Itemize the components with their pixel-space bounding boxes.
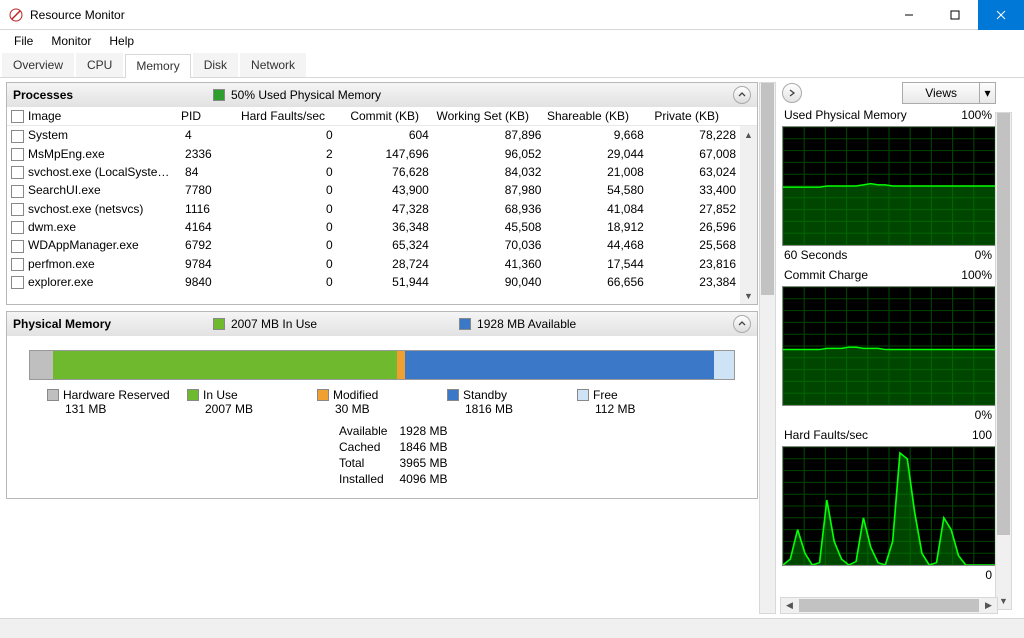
row-checkbox[interactable] bbox=[11, 166, 24, 179]
row-checkbox[interactable] bbox=[11, 203, 24, 216]
chart-foot-left: 60 Seconds bbox=[784, 248, 847, 262]
statusbar bbox=[0, 618, 1024, 638]
app-icon bbox=[8, 7, 24, 23]
bar-segment-free bbox=[714, 351, 734, 379]
menu-help[interactable]: Help bbox=[101, 32, 142, 50]
row-checkbox[interactable] bbox=[11, 130, 24, 143]
table-row[interactable]: MsMpEng.exe23362147,69696,05229,04467,00… bbox=[7, 145, 740, 163]
legend-free: Free112 MB bbox=[577, 388, 697, 416]
bar-segment-modified bbox=[397, 351, 404, 379]
scroll-left-icon[interactable]: ◀ bbox=[781, 598, 798, 613]
close-button[interactable] bbox=[978, 0, 1024, 30]
inuse-swatch bbox=[213, 318, 225, 330]
tab-disk[interactable]: Disk bbox=[193, 53, 238, 77]
processes-title: Processes bbox=[13, 88, 213, 102]
col-pid[interactable]: PID bbox=[177, 107, 225, 126]
scroll-down-icon[interactable]: ▼ bbox=[996, 592, 1011, 609]
legend-hardware_reserved: Hardware Reserved131 MB bbox=[47, 388, 187, 416]
processes-header[interactable]: Processes 50% Used Physical Memory bbox=[7, 83, 757, 107]
menu-file[interactable]: File bbox=[6, 32, 41, 50]
window-title: Resource Monitor bbox=[30, 8, 886, 22]
right-pane: Views ▾ Used Physical Memory 100% 60 Secon… bbox=[776, 78, 1024, 618]
row-checkbox[interactable] bbox=[11, 240, 24, 253]
table-row[interactable]: svchost.exe (LocalSystem...84076,62884,0… bbox=[7, 163, 740, 181]
legend-in_use: In Use2007 MB bbox=[187, 388, 317, 416]
processes-table: Image PID Hard Faults/sec Commit (KB) Wo… bbox=[7, 107, 757, 126]
col-working-set[interactable]: Working Set (KB) bbox=[423, 107, 533, 126]
table-row[interactable]: System4060487,8969,66878,228 bbox=[7, 126, 740, 144]
col-shareable[interactable]: Shareable (KB) bbox=[533, 107, 633, 126]
scroll-right-icon[interactable]: ▶ bbox=[980, 598, 997, 613]
tab-network[interactable]: Network bbox=[240, 53, 306, 77]
chart-foot-right: 0% bbox=[975, 408, 992, 422]
physical-memory-header[interactable]: Physical Memory 2007 MB In Use 1928 MB A… bbox=[7, 312, 757, 336]
titlebar: Resource Monitor bbox=[0, 0, 1024, 30]
maximize-button[interactable] bbox=[932, 0, 978, 30]
row-checkbox[interactable] bbox=[11, 148, 24, 161]
tab-overview[interactable]: Overview bbox=[2, 53, 74, 77]
chart-2: Hard Faults/sec 100 0 bbox=[780, 428, 998, 588]
table-row[interactable]: explorer.exe9840051,94490,04066,65623,38… bbox=[7, 273, 740, 291]
table-row[interactable]: WDAppManager.exe6792065,32470,03644,4682… bbox=[7, 236, 740, 254]
bar-segment-in_use bbox=[53, 351, 398, 379]
processes-scrollbar[interactable]: ▲ ▼ bbox=[740, 126, 757, 304]
scroll-up-icon[interactable]: ▲ bbox=[740, 126, 757, 143]
processes-summary: 50% Used Physical Memory bbox=[231, 88, 381, 102]
legend-standby: Standby1816 MB bbox=[447, 388, 577, 416]
collapse-icon[interactable] bbox=[733, 315, 751, 333]
row-checkbox[interactable] bbox=[11, 185, 24, 198]
bar-segment-standby bbox=[405, 351, 715, 379]
legend-modified: Modified30 MB bbox=[317, 388, 447, 416]
memory-legend: Hardware Reserved131 MBIn Use2007 MBModi… bbox=[7, 388, 757, 422]
table-row[interactable]: svchost.exe (netsvcs)1116047,32868,93641… bbox=[7, 200, 740, 218]
expand-charts-icon[interactable] bbox=[782, 83, 802, 103]
processes-panel: Processes 50% Used Physical Memory Image… bbox=[6, 82, 758, 305]
memory-bar bbox=[29, 350, 735, 380]
table-row[interactable]: dwm.exe4164036,34845,50818,91226,596 bbox=[7, 218, 740, 236]
views-dropdown-icon[interactable]: ▾ bbox=[979, 83, 995, 103]
minimize-button[interactable] bbox=[886, 0, 932, 30]
chart-max: 100% bbox=[961, 268, 992, 282]
chart-max: 100 bbox=[972, 428, 992, 442]
used-memory-swatch bbox=[213, 89, 225, 101]
chart-max: 100% bbox=[961, 108, 992, 122]
tabstrip: Overview CPU Memory Disk Network bbox=[0, 52, 1024, 78]
tab-memory[interactable]: Memory bbox=[125, 54, 190, 78]
physical-memory-title: Physical Memory bbox=[13, 317, 213, 331]
available-swatch bbox=[459, 318, 471, 330]
col-private[interactable]: Private (KB) bbox=[633, 107, 723, 126]
col-commit[interactable]: Commit (KB) bbox=[329, 107, 423, 126]
available-label: 1928 MB Available bbox=[477, 317, 576, 331]
table-row[interactable]: perfmon.exe9784028,72441,36017,54423,816 bbox=[7, 255, 740, 273]
chart-foot-right: 0 bbox=[985, 568, 992, 582]
left-pane: Processes 50% Used Physical Memory Image… bbox=[0, 78, 776, 618]
menu-monitor[interactable]: Monitor bbox=[43, 32, 99, 50]
chart-title: Used Physical Memory bbox=[784, 108, 907, 122]
chart-title: Hard Faults/sec bbox=[784, 428, 868, 442]
chart-1: Commit Charge 100% 0% bbox=[780, 268, 998, 428]
physical-memory-panel: Physical Memory 2007 MB In Use 1928 MB A… bbox=[6, 311, 758, 499]
col-image[interactable]: Image bbox=[7, 107, 177, 126]
inuse-label: 2007 MB In Use bbox=[231, 317, 317, 331]
left-pane-scrollbar[interactable] bbox=[759, 82, 776, 614]
views-button[interactable]: Views ▾ bbox=[902, 82, 996, 104]
memory-summary: Available1928 MB Cached1846 MB Total3965… bbox=[7, 422, 757, 498]
row-checkbox[interactable] bbox=[11, 276, 24, 289]
chart-title: Commit Charge bbox=[784, 268, 868, 282]
col-hard-faults[interactable]: Hard Faults/sec bbox=[225, 107, 329, 126]
bar-segment-hardware_reserved bbox=[30, 351, 53, 379]
collapse-icon[interactable] bbox=[733, 86, 751, 104]
row-checkbox[interactable] bbox=[11, 258, 24, 271]
menubar: File Monitor Help bbox=[0, 30, 1024, 52]
chart-foot-right: 0% bbox=[975, 248, 992, 262]
right-pane-scrollbar[interactable]: ▼ bbox=[995, 112, 1012, 610]
chart-0: Used Physical Memory 100% 60 Seconds 0% bbox=[780, 108, 998, 268]
tab-cpu[interactable]: CPU bbox=[76, 53, 123, 77]
scroll-down-icon[interactable]: ▼ bbox=[740, 287, 757, 304]
row-checkbox[interactable] bbox=[11, 221, 24, 234]
right-pane-hscrollbar[interactable]: ◀ ▶ bbox=[780, 597, 998, 614]
select-all-checkbox[interactable] bbox=[11, 110, 24, 123]
table-row[interactable]: SearchUI.exe7780043,90087,98054,58033,40… bbox=[7, 181, 740, 199]
table-header-row: Image PID Hard Faults/sec Commit (KB) Wo… bbox=[7, 107, 757, 126]
